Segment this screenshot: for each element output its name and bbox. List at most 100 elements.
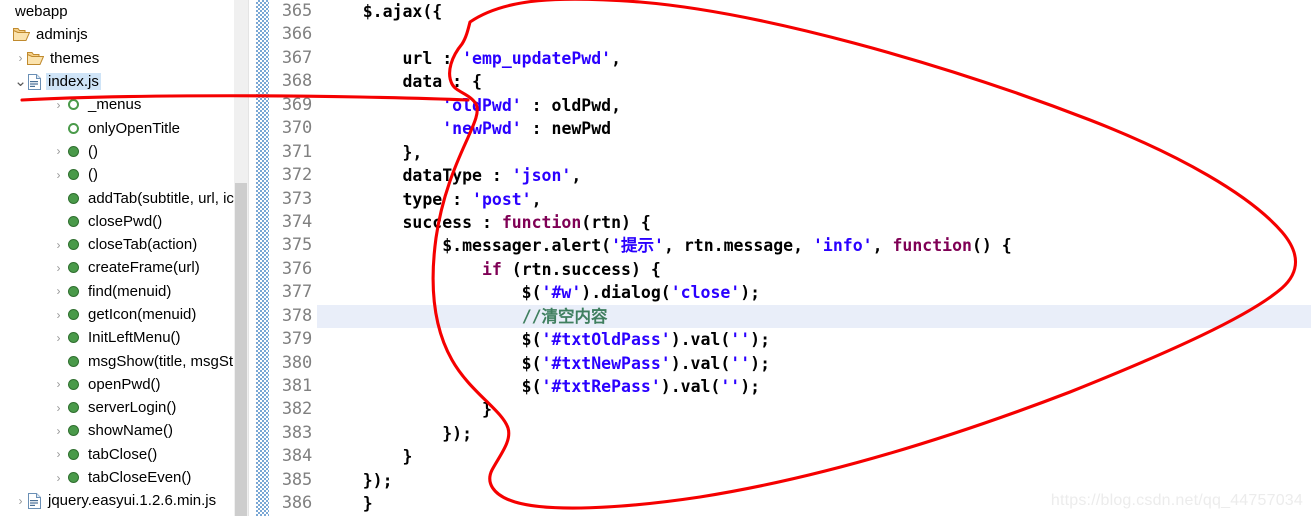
chevron-right-icon[interactable]: › [14,495,27,507]
tree-item-find-menuid[interactable]: › find(menuid) [0,280,248,303]
code-text: , [531,189,542,209]
line-number: 378 [281,305,312,326]
code-line[interactable]: }); [317,469,1311,492]
line-number: 367 [281,47,312,68]
watermark: https://blog.csdn.net/qq_44757034 [1050,492,1303,509]
line-number: 385 [281,469,312,490]
tree-item-showname[interactable]: › showName() [0,419,248,442]
method-icon [65,215,82,227]
tree-item-createframe-url[interactable]: › createFrame(url) [0,256,248,279]
tree-item-label: showName() [88,422,174,440]
code-text: ); [740,377,761,396]
code-line[interactable]: $('#txtNewPass').val(''); [317,352,1311,375]
code-line[interactable]: $('#txtRePass').val(''); [317,375,1311,398]
tree-item-onlyopentitle[interactable]: onlyOpenTitle [0,116,248,139]
chevron-right-icon[interactable]: › [52,472,65,484]
tree-item-label: webapp [15,3,68,21]
line-number: 379 [281,329,312,350]
code-text: }); [323,423,473,443]
code-text: }, [323,142,423,162]
code-text: } [323,400,492,420]
method-icon [65,448,82,460]
code-line[interactable]: dataType : 'json', [317,164,1311,187]
code-text: $( [323,377,542,396]
tree-item-[interactable]: › () [0,163,248,186]
chevron-right-icon[interactable]: › [52,425,65,437]
code-line[interactable]: $.ajax({ [317,0,1311,23]
line-number: 374 [281,211,312,232]
chevron-right-icon[interactable]: › [52,239,65,251]
code-string: 'info' [812,236,873,256]
sidebar-scrollbar-thumb[interactable] [235,183,247,516]
tree-item-tabclose[interactable]: › tabClose() [0,443,248,466]
tree-item-closepwd[interactable]: closePwd() [0,210,248,233]
tree-item-label: themes [50,49,100,67]
tree-item-initleftmenu[interactable]: › InitLeftMenu() [0,326,248,349]
tree-item-tabcloseeven[interactable]: › tabCloseEven() [0,466,248,489]
line-number: 375 [281,235,312,256]
tree-item-serverlogin[interactable]: › serverLogin() [0,396,248,419]
code-text: } [323,447,413,467]
code-string: '#txtOldPass' [541,330,671,350]
tree-item-addtab-subtitle-url-icon[interactable]: addTab(subtitle, url, icon) [0,186,248,209]
code-line[interactable]: 'newPwd' : newPwd [317,117,1311,140]
method-icon [65,472,82,484]
tree-item-closetab-action[interactable]: › closeTab(action) [0,233,248,256]
chevron-down-icon[interactable]: ⌄ [14,74,27,89]
code-line[interactable]: $('#w').dialog('close'); [317,281,1311,304]
tree-item-adminjs[interactable]: adminjs [0,23,248,46]
chevron-right-icon[interactable]: › [52,309,65,321]
code-line[interactable]: }, [317,141,1311,164]
chevron-right-icon[interactable]: › [14,52,27,64]
chevron-right-icon[interactable]: › [52,332,65,344]
tree-item-openpwd[interactable]: › openPwd() [0,373,248,396]
tree-item-[interactable]: › () [0,140,248,163]
code-line[interactable]: 'oldPwd' : oldPwd, [317,94,1311,117]
code-line[interactable]: }); [317,422,1311,445]
code-text: url : [323,48,463,68]
tree-item-msgshow-title-msgstring[interactable]: msgShow(title, msgString [0,349,248,372]
code-line[interactable]: url : 'emp_updatePwd', [317,47,1311,70]
code-line[interactable]: success : function(rtn) { [317,211,1311,234]
folding-annotation-bar[interactable] [256,0,269,516]
tree-item-label: InitLeftMenu() [88,329,181,347]
code-editor[interactable]: 365 366 367 368 369 370 371 372 373 374 375 376 377 3… [248,0,1311,516]
code-line[interactable]: } [317,445,1311,468]
tree-item-label: onlyOpenTitle [88,119,180,137]
chevron-right-icon[interactable]: › [52,169,65,181]
chevron-right-icon[interactable]: › [52,285,65,297]
code-line[interactable]: type : 'post', [317,188,1311,211]
code-line[interactable]: $.messager.alert('提示', rtn.message, 'inf… [317,234,1311,257]
code-text: ); [750,353,771,373]
code-line[interactable]: } [317,398,1311,421]
tree-item-menus[interactable]: › _menus [0,93,248,116]
chevron-right-icon[interactable]: › [52,145,65,157]
code-line[interactable]: //清空内容 [317,304,1311,329]
method-icon [65,355,82,367]
sidebar-scrollbar-track[interactable] [234,0,248,516]
chevron-right-icon[interactable]: › [52,99,65,111]
tree-item-index-js[interactable]: ⌄ index.js [0,70,248,93]
code-line[interactable]: data : { [317,70,1311,93]
code-text-area[interactable]: $.ajax({ url : 'emp_updatePwd', data : {… [317,0,1311,516]
tree-item-themes[interactable]: › themes [0,47,248,70]
code-line[interactable] [317,23,1311,46]
project-tree[interactable]: webapp adminjs › themes ⌄ index.js › _menusonly… [0,0,248,513]
tree-item-webapp[interactable]: webapp [0,0,248,23]
line-number: 382 [281,399,312,420]
tree-item-jquery-easyui-1-2-6-min-js[interactable]: › jquery.easyui.1.2.6.min.js [0,489,248,512]
code-string: '提示' [611,236,664,256]
chevron-right-icon[interactable]: › [52,262,65,274]
method-icon [65,402,82,414]
chevron-right-icon[interactable]: › [52,448,65,460]
chevron-right-icon[interactable]: › [52,402,65,414]
line-number: 369 [281,94,312,115]
line-number: 366 [281,24,312,45]
tree-item-label: () [88,166,98,184]
code-line[interactable]: if (rtn.success) { [317,258,1311,281]
code-line[interactable]: $('#txtOldPass').val(''); [317,328,1311,351]
line-number: 370 [281,118,312,139]
chevron-right-icon[interactable]: › [52,378,65,390]
tree-item-geticon-menuid[interactable]: › getIcon(menuid) [0,303,248,326]
